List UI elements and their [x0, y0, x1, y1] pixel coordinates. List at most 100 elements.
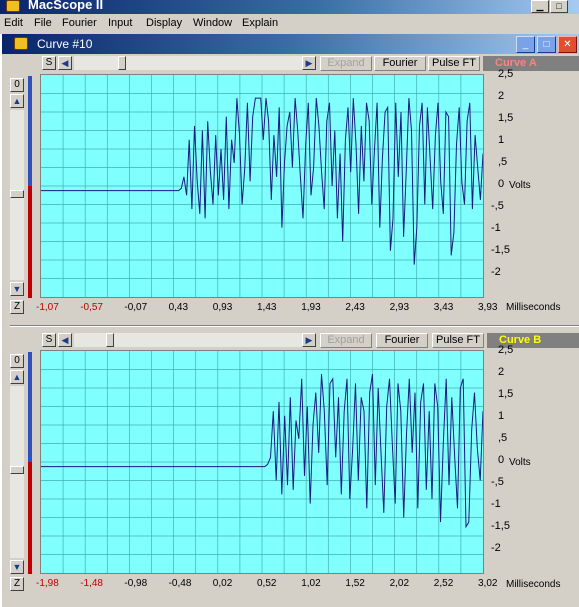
zoom-button-a[interactable]: Z — [10, 300, 24, 314]
y-tick-label: -1,5 — [491, 520, 510, 532]
menu-input[interactable]: Input — [108, 17, 132, 29]
y-tick-label: 2,5 — [498, 68, 514, 80]
pulse-ft-button-b[interactable]: Pulse FT — [432, 333, 484, 348]
x-tick-label: 0,52 — [257, 578, 277, 589]
x-tick-label: -1,48 — [80, 578, 103, 589]
x-tick-label: 0,93 — [212, 302, 233, 313]
level-bar-red-b — [28, 462, 32, 574]
menubar: Edit File Fourier Input Display Window E… — [0, 14, 579, 34]
expand-button-b[interactable]: Expand — [320, 333, 372, 348]
window-close-icon[interactable]: ✕ — [558, 36, 577, 53]
x-tick-label: 1,43 — [257, 302, 277, 313]
x-tick-label: 1,02 — [301, 578, 321, 589]
plot-area-b[interactable] — [40, 350, 484, 574]
y-tick-label: 1 — [498, 134, 505, 146]
y-tick-label: 2 — [498, 90, 505, 102]
scroll-down-icon[interactable]: ▼ — [10, 560, 24, 574]
s-button-b[interactable]: S — [42, 333, 56, 347]
s-button-a[interactable]: S — [42, 56, 56, 70]
curve-window-titlebar: Curve #10 _ □ ✕ — [2, 34, 579, 54]
y-tick-label: 1,5 — [498, 388, 514, 400]
x-tick-label: 0,02 — [212, 578, 233, 589]
scroll-up-icon[interactable]: ▲ — [10, 94, 24, 108]
window-icon — [14, 37, 28, 50]
window-maximize-icon[interactable]: □ — [537, 36, 556, 53]
x-tick-label: -0,98 — [124, 578, 148, 589]
scroll-left-icon[interactable]: ◀ — [58, 333, 72, 347]
curve-window-title: Curve #10 — [37, 37, 93, 51]
scrollbar-a[interactable] — [74, 56, 302, 70]
menu-explain[interactable]: Explain — [242, 17, 278, 29]
curve-b-chart — [41, 351, 483, 573]
y-tick-label: -2 — [491, 266, 501, 278]
scroll-left-icon[interactable]: ◀ — [58, 56, 72, 70]
app-icon — [6, 0, 20, 12]
panel-divider — [10, 325, 579, 327]
app-titlebar: MacScope II ▁ □ — [0, 0, 579, 14]
y-tick-label: -2 — [491, 542, 501, 554]
scroll-right-icon[interactable]: ▶ — [302, 333, 316, 347]
app-title: MacScope II — [28, 0, 104, 12]
menu-display[interactable]: Display — [146, 17, 182, 29]
scroll-up-icon[interactable]: ▲ — [10, 370, 24, 384]
y-tick-label: 2 — [498, 366, 505, 378]
y-unit-a: Volts — [509, 180, 531, 191]
x-tick-label: 0,43 — [168, 302, 189, 313]
x-tick-label: -0,57 — [80, 302, 103, 313]
fourier-button-a[interactable]: Fourier — [374, 56, 426, 71]
menu-file[interactable]: File — [34, 17, 52, 29]
y-tick-label: 0 — [498, 178, 505, 190]
curve-window: Curve #10 _ □ ✕ S ◀ ▶ Expand Fourier Pul… — [0, 34, 579, 607]
x-tick-label: -0,07 — [124, 302, 148, 313]
x-tick-label: 3,43 — [433, 302, 454, 313]
y-tick-label: -1,5 — [491, 244, 510, 256]
fourier-button-b[interactable]: Fourier — [376, 333, 428, 348]
y-tick-label: 1,5 — [498, 112, 514, 124]
x-tick-label: 2,93 — [389, 302, 410, 313]
y-tick-label: -,5 — [491, 200, 504, 212]
y-tick-label: ,5 — [498, 432, 508, 444]
y-tick-label: -1 — [491, 222, 501, 234]
zero-button-a[interactable]: 0 — [10, 78, 24, 92]
minimize-icon[interactable]: ▁ — [531, 0, 549, 13]
x-tick-label: 2,02 — [389, 578, 410, 589]
level-bar-blue-b — [28, 352, 32, 462]
x-tick-label: -1,07 — [36, 302, 59, 313]
y-tick-label: ,5 — [498, 156, 508, 168]
expand-button-a[interactable]: Expand — [320, 56, 372, 71]
x-tick-label: -0,48 — [168, 578, 192, 589]
curve-a-chart — [41, 75, 483, 297]
zero-button-b[interactable]: 0 — [10, 354, 24, 368]
plot-area-a[interactable] — [40, 74, 484, 298]
menu-edit[interactable]: Edit — [4, 17, 23, 29]
x-tick-label: 1,52 — [345, 578, 365, 589]
x-unit-b: Milliseconds — [506, 579, 561, 590]
x-unit-a: Milliseconds — [506, 302, 561, 313]
menu-fourier[interactable]: Fourier — [62, 17, 97, 29]
level-bar-blue-a — [28, 76, 32, 186]
vscroll-thumb-a[interactable] — [10, 190, 24, 198]
x-tick-label: 1,93 — [301, 302, 321, 313]
vscroll-thumb-b[interactable] — [10, 466, 24, 474]
y-tick-label: 0 — [498, 454, 505, 466]
y-unit-b: Volts — [509, 457, 531, 468]
y-tick-label: -1 — [491, 498, 501, 510]
level-bar-red-a — [28, 186, 32, 298]
x-tick-label: -1,98 — [36, 578, 59, 589]
menu-window[interactable]: Window — [193, 17, 232, 29]
maximize-icon[interactable]: □ — [550, 0, 568, 13]
y-tick-label: -,5 — [491, 476, 504, 488]
zoom-button-b[interactable]: Z — [10, 577, 24, 591]
scroll-right-icon[interactable]: ▶ — [302, 56, 316, 70]
scroll-down-icon[interactable]: ▼ — [10, 282, 24, 296]
scroll-thumb-b[interactable] — [106, 333, 114, 347]
x-tick-label: 3,93 — [478, 302, 498, 313]
x-tick-label: 2,52 — [433, 578, 454, 589]
scroll-thumb-a[interactable] — [118, 56, 126, 70]
window-minimize-icon[interactable]: _ — [516, 36, 535, 53]
x-tick-label: 3,02 — [478, 578, 498, 589]
y-tick-label: 1 — [498, 410, 505, 422]
pulse-ft-button-a[interactable]: Pulse FT — [428, 56, 480, 71]
y-tick-label: 2,5 — [498, 344, 514, 356]
x-tick-label: 2,43 — [345, 302, 365, 313]
